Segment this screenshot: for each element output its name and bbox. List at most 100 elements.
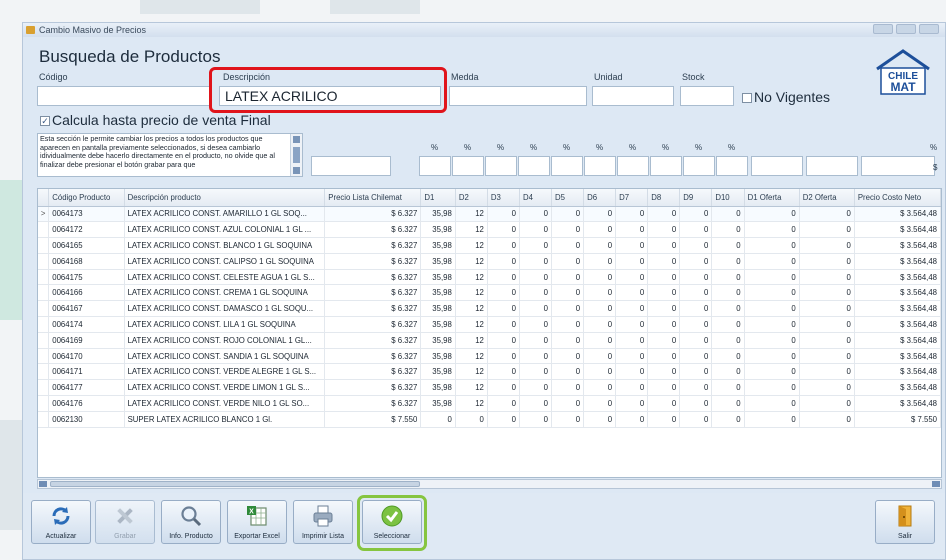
table-row[interactable]: 0064167 LATEX ACRILICO CONST. DAMASCO 1 G… [38, 300, 941, 318]
table-cell[interactable]: 0064166 [48, 284, 125, 302]
info-textbox[interactable]: Esta sección le permite cambiar los prec… [37, 133, 303, 177]
row-indicator[interactable] [38, 363, 50, 381]
column-header[interactable]: Precio Costo Neto [854, 189, 941, 207]
grabar-button[interactable]: Grabar [95, 500, 155, 544]
table-cell[interactable]: 0 [487, 332, 520, 349]
table-cell[interactable]: 0 [744, 332, 800, 349]
column-header[interactable]: Código Producto [48, 189, 125, 207]
table-cell[interactable]: 0 [799, 253, 855, 270]
stock-input[interactable] [680, 86, 734, 106]
table-cell[interactable]: 0 [711, 316, 745, 333]
table-cell[interactable]: 0 [615, 348, 649, 365]
table-cell[interactable]: 0 [551, 411, 585, 428]
close-button[interactable] [919, 24, 939, 34]
table-cell[interactable]: 0 [679, 221, 713, 239]
table-cell[interactable]: 0 [487, 221, 520, 239]
table-cell[interactable]: 0 [679, 363, 713, 381]
table-cell[interactable]: 0 [615, 300, 649, 318]
table-cell[interactable]: $ 6.327 [324, 379, 422, 397]
discount-input-11[interactable] [751, 156, 803, 176]
table-row[interactable]: 0064168 LATEX ACRILICO CONST. CALIPSO 1 G… [38, 253, 941, 270]
table-cell[interactable]: 0 [615, 206, 649, 223]
minimize-button[interactable] [873, 24, 893, 34]
row-indicator[interactable] [38, 379, 50, 397]
table-cell[interactable]: 0 [583, 379, 617, 397]
table-cell[interactable]: 0 [647, 269, 681, 286]
table-cell[interactable]: 0 [583, 395, 617, 412]
row-indicator[interactable] [38, 348, 50, 365]
table-cell[interactable]: 0 [711, 253, 745, 270]
table-cell[interactable]: $ 3.564,48 [854, 206, 941, 223]
table-cell[interactable]: 0 [711, 300, 745, 318]
column-header[interactable]: D8 [647, 189, 681, 207]
table-cell[interactable]: LATEX ACRILICO CONST. VERDE NILO 1 GL SO… [124, 395, 326, 412]
table-cell[interactable]: 0 [647, 206, 681, 223]
row-indicator[interactable]: > [38, 206, 50, 223]
table-cell[interactable]: 0 [551, 379, 585, 397]
table-cell[interactable]: LATEX ACRILICO CONST. CREMA 1 GL SOQUINA [124, 284, 326, 302]
table-cell[interactable]: 0 [679, 237, 713, 254]
table-cell[interactable]: 0 [711, 237, 745, 254]
table-row[interactable]: 0064169 LATEX ACRILICO CONST. ROJO COLONI… [38, 332, 941, 349]
table-cell[interactable]: 0 [744, 348, 800, 365]
table-cell[interactable]: 0 [799, 379, 855, 397]
table-cell[interactable]: 0 [519, 300, 553, 318]
table-cell[interactable]: 0 [799, 395, 855, 412]
scroll-down-icon[interactable] [293, 167, 300, 174]
maximize-button[interactable] [896, 24, 916, 34]
medida-input[interactable] [449, 86, 587, 106]
table-cell[interactable]: 0 [487, 269, 520, 286]
scroll-up-icon[interactable] [293, 136, 300, 143]
table-cell[interactable]: 0 [744, 300, 800, 318]
row-indicator[interactable] [38, 269, 50, 286]
table-cell[interactable]: 0 [487, 379, 520, 397]
table-cell[interactable]: $ 3.564,48 [854, 395, 941, 412]
table-cell[interactable]: 0 [679, 316, 713, 333]
table-cell[interactable]: 35,98 [420, 395, 456, 412]
table-cell[interactable]: 0 [487, 348, 520, 365]
table-cell[interactable]: 0064177 [48, 379, 125, 397]
table-cell[interactable]: 0 [615, 395, 649, 412]
table-cell[interactable]: 0 [583, 237, 617, 254]
table-cell[interactable]: 0 [551, 237, 585, 254]
table-cell[interactable]: 0 [711, 221, 745, 239]
table-cell[interactable]: 0 [519, 253, 553, 270]
table-cell[interactable]: SUPER LATEX ACRILICO BLANCO 1 Gl. [124, 411, 326, 428]
table-cell[interactable]: $ 3.564,48 [854, 284, 941, 302]
unidad-input[interactable] [592, 86, 674, 106]
table-cell[interactable]: 0 [615, 253, 649, 270]
info-producto-button[interactable]: Info. Producto [161, 500, 221, 544]
table-cell[interactable]: LATEX ACRILICO CONST. VERDE LIMON 1 GL S… [124, 379, 326, 397]
table-cell[interactable]: 0064176 [48, 395, 125, 412]
table-cell[interactable]: 12 [455, 284, 488, 302]
table-cell[interactable]: 0 [711, 206, 745, 223]
table-cell[interactable]: 12 [455, 395, 488, 412]
discount-input-10[interactable] [716, 156, 748, 176]
table-cell[interactable]: 0 [744, 206, 800, 223]
table-cell[interactable]: 0 [583, 363, 617, 381]
table-cell[interactable]: 0 [744, 363, 800, 381]
table-cell[interactable]: 0 [647, 411, 681, 428]
table-cell[interactable]: $ 6.327 [324, 269, 422, 286]
table-cell[interactable]: $ 3.564,48 [854, 253, 941, 270]
table-cell[interactable]: 0 [583, 253, 617, 270]
table-cell[interactable]: LATEX ACRILICO CONST. CALIPSO 1 GL SOQUI… [124, 253, 326, 270]
column-header[interactable]: D2 Oferta [799, 189, 855, 207]
table-cell[interactable]: 0 [647, 300, 681, 318]
table-cell[interactable]: 0 [799, 237, 855, 254]
table-cell[interactable]: 0 [551, 316, 585, 333]
table-cell[interactable]: 0064165 [48, 237, 125, 254]
table-cell[interactable]: 0 [679, 411, 713, 428]
table-cell[interactable]: 0064173 [48, 206, 125, 223]
table-cell[interactable]: 0 [711, 332, 745, 349]
discount-input-1[interactable] [419, 156, 451, 176]
column-header[interactable]: D7 [615, 189, 649, 207]
table-cell[interactable]: 0 [744, 411, 800, 428]
table-cell[interactable]: 0 [551, 269, 585, 286]
table-cell[interactable]: 0 [744, 395, 800, 412]
table-cell[interactable]: $ 3.564,48 [854, 316, 941, 333]
table-cell[interactable]: 0 [551, 284, 585, 302]
table-cell[interactable]: 0 [711, 348, 745, 365]
table-cell[interactable]: 0 [615, 221, 649, 239]
table-cell[interactable]: 0 [799, 221, 855, 239]
